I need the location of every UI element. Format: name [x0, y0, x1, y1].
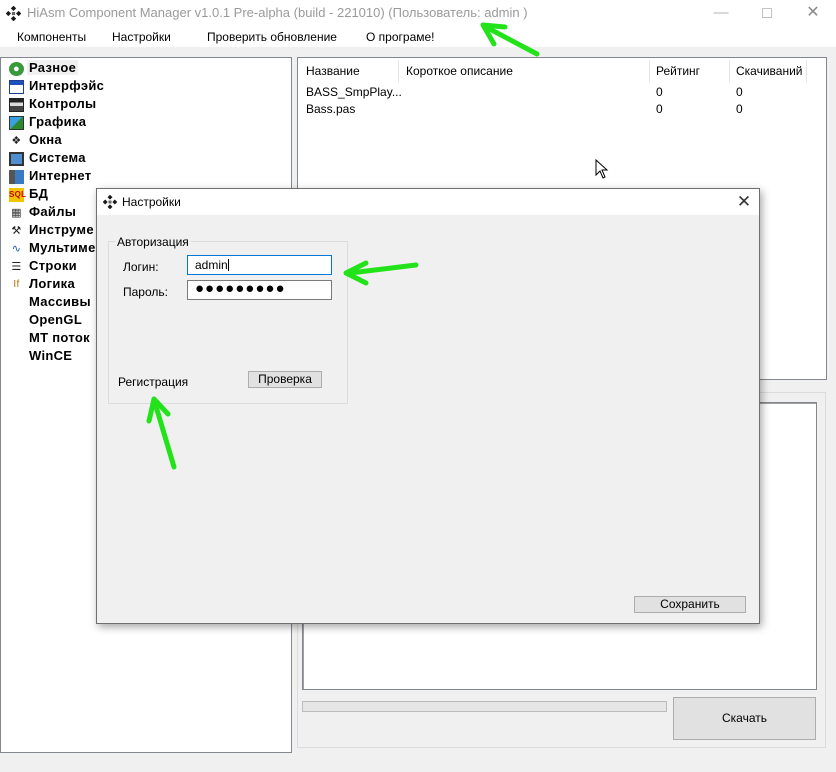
column-separator[interactable] — [806, 60, 807, 82]
password-field[interactable]: ●●●●●●●●● — [187, 280, 332, 300]
strings-icon: ☰ — [11, 261, 22, 273]
database-icon: SQL — [9, 188, 26, 202]
menu-settings[interactable]: Настройки — [112, 30, 171, 44]
column-header-description[interactable]: Короткое описание — [406, 64, 513, 78]
menu-components[interactable]: Компоненты — [17, 30, 86, 44]
minimize-icon: — — [713, 4, 729, 21]
text-caret — [227, 259, 229, 271]
window-titlebar: HiAsm Component Manager v1.0.1 Pre-alpha… — [0, 0, 836, 27]
close-icon: ✕ — [736, 192, 752, 211]
row-downloads: 0 — [736, 85, 743, 99]
close-icon: ✕ — [806, 4, 820, 21]
window-title: HiAsm Component Manager v1.0.1 Pre-alpha… — [27, 5, 528, 20]
download-progress — [302, 701, 667, 712]
mouse-cursor-icon — [595, 159, 609, 179]
dialog-icon: ❖ — [11, 135, 22, 147]
login-field[interactable]: admin — [187, 255, 332, 275]
password-label: Пароль: — [123, 285, 168, 299]
app-logo-icon — [6, 6, 21, 21]
dialog-title: Настройки — [122, 195, 181, 209]
save-button[interactable]: Сохранить — [634, 596, 746, 613]
files-icon: ▦ — [11, 207, 22, 219]
image-icon — [9, 116, 24, 130]
network-icon — [9, 170, 24, 184]
minimize-button[interactable]: — — [698, 0, 744, 27]
sound-icon: ∿ — [11, 243, 22, 255]
app-logo-icon — [103, 195, 117, 209]
row-name: BASS_SmpPlay... — [306, 85, 402, 99]
login-label: Логин: — [123, 260, 159, 274]
check-button[interactable]: Проверка — [248, 371, 322, 388]
register-link[interactable]: Регистрация — [118, 375, 188, 389]
menu-bar: Компоненты Настройки Проверить обновлени… — [0, 27, 836, 47]
row-rating: 0 — [656, 102, 663, 116]
globe-icon: ● — [9, 62, 24, 76]
monitor-icon — [9, 152, 24, 166]
window-icon — [9, 80, 24, 94]
dialog-close-button[interactable]: ✕ — [729, 191, 759, 213]
column-separator[interactable] — [649, 60, 650, 82]
row-downloads: 0 — [736, 102, 743, 116]
column-header-downloads[interactable]: Скачиваний — [736, 64, 803, 78]
settings-dialog: Настройки ✕ Авторизация Логин: admin Пар… — [96, 188, 760, 624]
menu-check-update[interactable]: Проверить обновление — [207, 30, 337, 44]
column-header-rating[interactable]: Рейтинг — [656, 64, 700, 78]
row-name: Bass.pas — [306, 102, 356, 116]
close-button[interactable]: ✕ — [790, 0, 836, 27]
download-button[interactable]: Скачать — [673, 697, 816, 740]
column-header-name[interactable]: Название — [306, 64, 360, 78]
column-separator[interactable] — [398, 60, 399, 82]
maximize-button[interactable]: ◻ — [744, 0, 790, 27]
maximize-icon: ◻ — [760, 4, 774, 21]
row-rating: 0 — [656, 85, 663, 99]
dialog-titlebar: Настройки ✕ — [97, 189, 759, 215]
controls-icon — [9, 98, 24, 112]
tools-icon: ⚒ — [11, 225, 22, 237]
logic-icon: If — [13, 279, 20, 290]
menu-about[interactable]: О програме! — [366, 30, 435, 44]
column-separator[interactable] — [729, 60, 730, 82]
auth-group-label: Авторизация — [115, 235, 191, 249]
